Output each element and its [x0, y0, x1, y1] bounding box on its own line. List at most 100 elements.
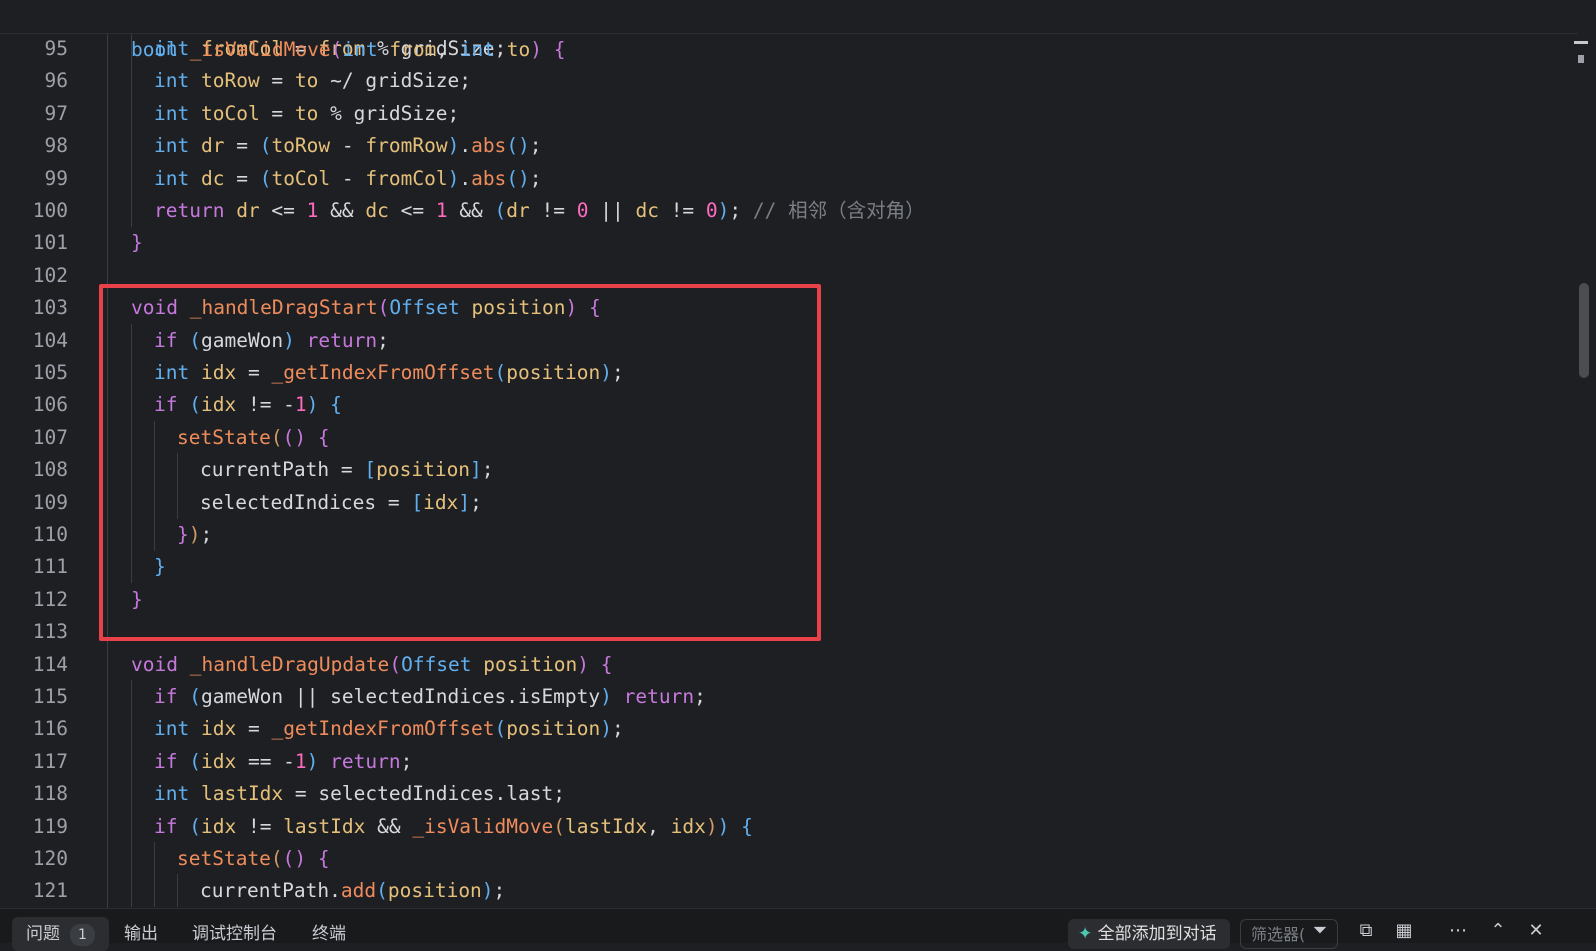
code-token: idx [670, 814, 706, 838]
code-token: idx [200, 749, 237, 773]
code-text: bool _isValidMove(int from, int to) { [131, 33, 566, 66]
code-token: int [154, 69, 190, 93]
line-number: 109 [32, 490, 68, 514]
code-token: idx [200, 717, 237, 741]
tab-problems[interactable]: 问题 1 [12, 917, 109, 951]
indent-guide [131, 64, 132, 98]
code-token: // 相邻（含对角） [752, 199, 925, 222]
code-text: int idx = _getIndexFromOffset(position); [154, 712, 624, 745]
code-token: ) [600, 717, 612, 741]
code-token: position [506, 717, 601, 741]
more-icon[interactable]: ⋯ [1448, 921, 1468, 941]
code-token: , [436, 38, 460, 61]
code-text: return dr <= 1 && dc <= 1 && (dr != 0 ||… [154, 194, 925, 227]
code-token: fromRow [365, 134, 448, 158]
code-text: int toRow = to ~/ gridSize; [154, 64, 471, 97]
sticky-scroll-header[interactable]: bool _isValidMove(int from, int to) { [0, 0, 1578, 61]
code-token: ) [447, 166, 460, 190]
vertical-scrollbar[interactable] [1570, 33, 1596, 908]
code-token: dc [635, 199, 659, 222]
indent-guide [131, 680, 132, 713]
tab-terminal[interactable]: 终端 [312, 917, 346, 951]
code-token: ( [259, 166, 272, 190]
code-token: toRow [200, 69, 260, 93]
code-token: add [340, 879, 377, 903]
code-token: int [459, 38, 496, 61]
code-token: abs [471, 166, 507, 190]
code-token: = [236, 717, 272, 741]
code-token: to [506, 38, 531, 61]
chevron-up-icon[interactable]: ⌃ [1488, 921, 1508, 941]
code-token: ( [376, 879, 388, 903]
line-number: 113 [32, 620, 68, 644]
code-token: int [154, 717, 190, 741]
code-text: currentPath.add(position); [200, 874, 505, 907]
code-token: dr [200, 134, 225, 158]
code-token: idx [200, 814, 237, 838]
line-number: 114 [32, 652, 68, 676]
line-number: 103 [32, 296, 68, 320]
code-token: 0 [576, 199, 589, 222]
line-number: 112 [32, 587, 68, 611]
code-token: <= [259, 199, 307, 222]
line-number: 116 [32, 717, 68, 741]
problems-count-badge: 1 [70, 924, 95, 946]
error-marker [1578, 55, 1584, 63]
code-token: - [330, 166, 366, 190]
code-token: ( [553, 814, 565, 838]
line-number: 120 [32, 847, 68, 870]
tab-output[interactable]: 输出 [124, 917, 158, 951]
code-token: Offset [401, 652, 472, 676]
code-text: if (idx != lastIdx && _isValidMove(lastI… [154, 810, 753, 843]
code-token: lastIdx [200, 782, 284, 806]
code-token: ) [705, 814, 718, 838]
code-token: ( [330, 38, 343, 61]
code-token: } [131, 231, 143, 255]
code-token: ( [259, 134, 272, 158]
code-token: 1 [306, 199, 319, 222]
indent-guide [131, 874, 132, 908]
scroll-thumb[interactable] [1579, 283, 1589, 378]
code-token: = [259, 69, 295, 93]
close-icon[interactable]: ✕ [1526, 921, 1546, 941]
code-token: ) [447, 134, 460, 158]
add-to-chat-button[interactable]: ✦ 全部添加到对话 [1068, 919, 1230, 949]
copy-icon[interactable]: ⧉ [1356, 921, 1376, 941]
line-number: 108 [32, 458, 68, 482]
code-editor[interactable]: bool _isValidMove(int from, int to) { 95… [0, 0, 1596, 908]
code-token: _handleDragUpdate [189, 652, 390, 676]
code-token: ( [189, 685, 201, 708]
code-token: - [330, 134, 366, 158]
line-number: 100 [32, 199, 68, 222]
line-number: 117 [32, 749, 68, 773]
code-token: return [330, 749, 401, 773]
code-token: % gridSize; [318, 101, 460, 125]
code-token: ) [306, 749, 319, 773]
code-token: ; [529, 134, 542, 158]
code-token: currentPath. [200, 879, 341, 903]
code-token: ; [400, 749, 413, 773]
filter-icon[interactable]: ⏷ [1310, 921, 1330, 941]
layout-icon[interactable]: ▦ [1394, 921, 1414, 941]
code-text: int lastIdx = selectedIndices.last; [154, 777, 565, 810]
code-token: int [154, 101, 190, 125]
code-token: to [294, 69, 319, 93]
code-token: = [224, 166, 260, 190]
code-token: toCol [200, 101, 260, 125]
indent-guide [131, 194, 132, 227]
code-text: void _handleDragUpdate(Offset position) … [131, 648, 612, 681]
tab-debug-console[interactable]: 调试控制台 [192, 917, 277, 951]
code-text: setState(() { [177, 842, 330, 875]
code-token: lastIdx [564, 814, 648, 838]
